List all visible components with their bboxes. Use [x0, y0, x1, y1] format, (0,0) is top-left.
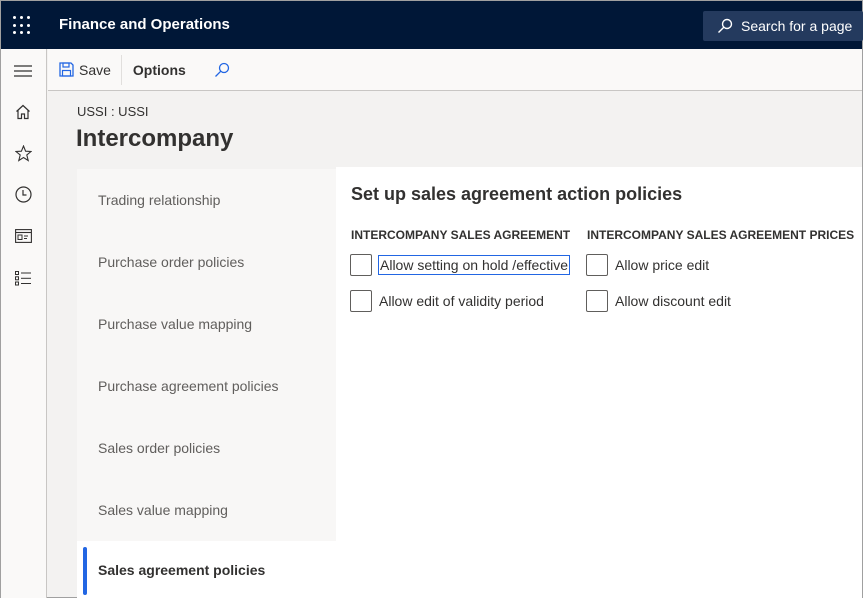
tab-purchase-order-policies[interactable]: Purchase order policies [77, 231, 336, 293]
navigation-pane [1, 49, 47, 598]
option-allow-edit-validity[interactable]: Allow edit of validity period [350, 289, 545, 313]
save-icon [59, 62, 74, 77]
action-pane: Save Options [48, 49, 862, 91]
search-icon [718, 18, 733, 33]
breadcrumb: USSI : USSI [77, 104, 149, 119]
vertical-tabs: Trading relationship Purchase order poli… [77, 167, 336, 598]
workspace-icon[interactable] [12, 225, 34, 247]
app-title: Finance and Operations [59, 16, 230, 33]
checkbox-label: Allow discount edit [615, 293, 731, 309]
tab-sales-order-policies[interactable]: Sales order policies [77, 417, 336, 479]
tab-label: Purchase order policies [98, 254, 245, 270]
checkbox[interactable] [350, 290, 372, 312]
option-allow-price-edit[interactable]: Allow price edit [586, 253, 710, 277]
checkbox-label: Allow price edit [615, 257, 710, 273]
hamburger-icon[interactable] [12, 60, 34, 82]
group-header-sales-agreement-prices: INTERCOMPANY SALES AGREEMENT PRICES [587, 228, 855, 242]
option-allow-discount-edit[interactable]: Allow discount edit [586, 289, 732, 313]
tab-label: Trading relationship [98, 192, 221, 208]
home-icon[interactable] [12, 101, 34, 123]
tab-sales-agreement-policies[interactable]: Sales agreement policies [77, 541, 336, 598]
checkbox[interactable] [586, 254, 608, 276]
tab-purchase-value-mapping[interactable]: Purchase value mapping [77, 293, 336, 355]
active-tab-indicator [83, 547, 87, 595]
search-page-button[interactable]: Search for a page [703, 11, 863, 41]
search-icon [214, 62, 229, 77]
tab-label: Sales agreement policies [98, 561, 266, 578]
checkbox[interactable] [586, 290, 608, 312]
app-launcher-icon[interactable] [13, 16, 33, 36]
tab-trading-relationship[interactable]: Trading relationship [77, 169, 336, 231]
tab-label: Sales order policies [98, 440, 221, 456]
tab-label: Sales value mapping [98, 502, 228, 518]
tab-purchase-agreement-policies[interactable]: Purchase agreement policies [77, 355, 336, 417]
options-button[interactable]: Options [133, 62, 186, 78]
page-title: Intercompany [76, 125, 234, 152]
search-placeholder: Search for a page [741, 18, 853, 34]
checkbox-label: Allow edit of validity period [379, 293, 544, 309]
section-title: Set up sales agreement action policies [351, 184, 683, 204]
group-header-sales-agreement: INTERCOMPANY SALES AGREEMENT [351, 228, 571, 242]
find-button[interactable] [214, 62, 230, 78]
list-icon[interactable] [12, 267, 34, 289]
tab-sales-value-mapping[interactable]: Sales value mapping [77, 479, 336, 541]
clock-icon[interactable] [12, 183, 34, 205]
checkbox-label: Allow setting on hold /effective [378, 255, 571, 275]
tab-label: Purchase agreement policies [98, 378, 279, 394]
save-button[interactable]: Save [59, 54, 122, 85]
star-icon[interactable] [12, 142, 34, 164]
option-allow-hold-effective[interactable]: Allow setting on hold /effective [350, 253, 571, 277]
save-label: Save [79, 61, 111, 78]
tab-label: Purchase value mapping [98, 316, 253, 332]
top-bar: Finance and Operations Search for a page [1, 1, 863, 49]
checkbox[interactable] [350, 254, 372, 276]
tab-content: Set up sales agreement action policies I… [336, 167, 862, 598]
